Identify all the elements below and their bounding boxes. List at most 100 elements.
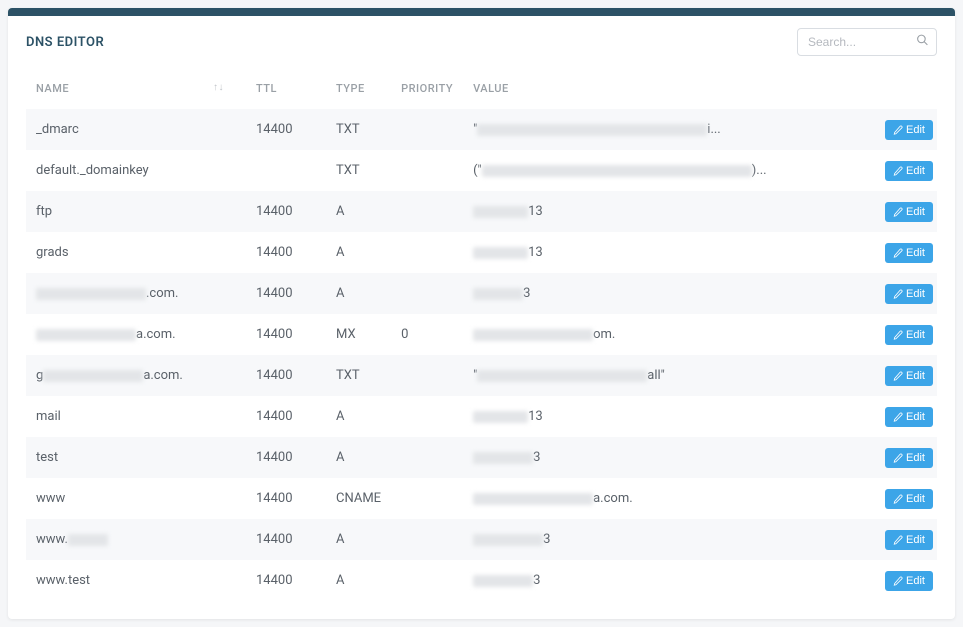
redacted-text (473, 493, 593, 505)
cell-ttl: 14400 (246, 191, 326, 232)
cell-name: grads (26, 232, 246, 273)
edit-button-label: Edit (906, 493, 925, 505)
cell-value: a.com. (463, 478, 875, 519)
edit-button[interactable]: Edit (885, 407, 933, 427)
edit-button[interactable]: Edit (885, 571, 933, 591)
edit-icon (893, 289, 903, 299)
redacted-text (473, 452, 533, 464)
value-suffix: 13 (528, 245, 543, 260)
cell-name: .com. (26, 273, 246, 314)
edit-icon (893, 494, 903, 504)
edit-button[interactable]: Edit (885, 530, 933, 550)
edit-icon (893, 330, 903, 340)
cell-type: TXT (326, 150, 391, 191)
record-name: mail (36, 409, 61, 424)
cell-priority (391, 150, 463, 191)
redacted-text (477, 124, 707, 136)
search-wrap (797, 28, 937, 56)
redacted-text (473, 575, 533, 587)
edit-icon (893, 207, 903, 217)
redacted-text (36, 329, 136, 341)
column-header-name[interactable]: NAME ↑↓ (26, 68, 246, 109)
cell-action: Edit (875, 396, 937, 437)
edit-button[interactable]: Edit (885, 202, 933, 222)
cell-ttl: 14400 (246, 560, 326, 601)
cell-priority (391, 109, 463, 150)
record-name: www.test (36, 573, 90, 588)
column-header-action (875, 68, 937, 109)
redacted-text (477, 370, 647, 382)
cell-value: 3 (463, 437, 875, 478)
cell-priority (391, 519, 463, 560)
cell-name: default._domainkey (26, 150, 246, 191)
record-name: grads (36, 245, 69, 260)
column-header-ttl[interactable]: TTL (246, 68, 326, 109)
column-header-value[interactable]: VALUE (463, 68, 875, 109)
record-name: test (36, 450, 58, 465)
column-header-type[interactable]: TYPE (326, 68, 391, 109)
value-suffix: 3 (523, 286, 530, 301)
cell-type: A (326, 232, 391, 273)
cell-ttl: 14400 (246, 478, 326, 519)
search-input[interactable] (797, 28, 937, 56)
edit-button[interactable]: Edit (885, 243, 933, 263)
cell-priority (391, 437, 463, 478)
value-suffix: 3 (533, 573, 540, 588)
edit-button[interactable]: Edit (885, 325, 933, 345)
edit-icon (893, 412, 903, 422)
edit-button[interactable]: Edit (885, 448, 933, 468)
edit-button-label: Edit (906, 288, 925, 300)
redacted-text (43, 370, 143, 382)
value-suffix: )... (752, 163, 767, 178)
cell-value: 13 (463, 232, 875, 273)
cell-name: mail (26, 396, 246, 437)
cell-action: Edit (875, 314, 937, 355)
cell-value: om. (463, 314, 875, 355)
edit-button[interactable]: Edit (885, 489, 933, 509)
value-suffix: 13 (528, 409, 543, 424)
cell-ttl: 14400 (246, 355, 326, 396)
table-row: www14400CNAMEa.com.Edit (26, 478, 937, 519)
cell-type: A (326, 396, 391, 437)
dns-editor-panel: DNS EDITOR NAME ↑↓ TTL TYPE PRIORITY VAL… (8, 8, 955, 619)
cell-action: Edit (875, 355, 937, 396)
cell-type: A (326, 560, 391, 601)
record-name: www. (36, 532, 68, 547)
cell-name: g a.com. (26, 355, 246, 396)
cell-priority (391, 396, 463, 437)
cell-ttl: 14400 (246, 314, 326, 355)
redacted-text (473, 411, 528, 423)
edit-icon (893, 248, 903, 258)
edit-button-label: Edit (906, 411, 925, 423)
cell-type: TXT (326, 355, 391, 396)
record-name-suffix: a.com. (143, 368, 183, 383)
cell-type: TXT (326, 109, 391, 150)
edit-icon (893, 371, 903, 381)
cell-value: 3 (463, 519, 875, 560)
table-row: ftp14400A13Edit (26, 191, 937, 232)
cell-type: A (326, 273, 391, 314)
table-row: www.test 14400A 3 Edit (26, 560, 937, 601)
cell-action: Edit (875, 519, 937, 560)
cell-type: A (326, 437, 391, 478)
table-row: a.com.14400MX0om.Edit (26, 314, 937, 355)
value-prefix: (" (473, 163, 482, 178)
column-header-priority[interactable]: PRIORITY (391, 68, 463, 109)
cell-ttl: 14400 (246, 109, 326, 150)
cell-value: "i... (463, 109, 875, 150)
cell-ttl: 14400 (246, 273, 326, 314)
table-row: www.14400A3Edit (26, 519, 937, 560)
cell-type: MX (326, 314, 391, 355)
edit-button[interactable]: Edit (885, 120, 933, 140)
cell-ttl: 14400 (246, 396, 326, 437)
sort-ascending-icon: ↑↓ (213, 82, 224, 93)
cell-name: ftp (26, 191, 246, 232)
edit-button[interactable]: Edit (885, 161, 933, 181)
record-name: g (36, 368, 43, 383)
redacted-text (482, 165, 752, 177)
edit-button[interactable]: Edit (885, 284, 933, 304)
edit-button[interactable]: Edit (885, 366, 933, 386)
cell-priority (391, 560, 463, 601)
cell-type: CNAME (326, 478, 391, 519)
edit-button-label: Edit (906, 370, 925, 382)
